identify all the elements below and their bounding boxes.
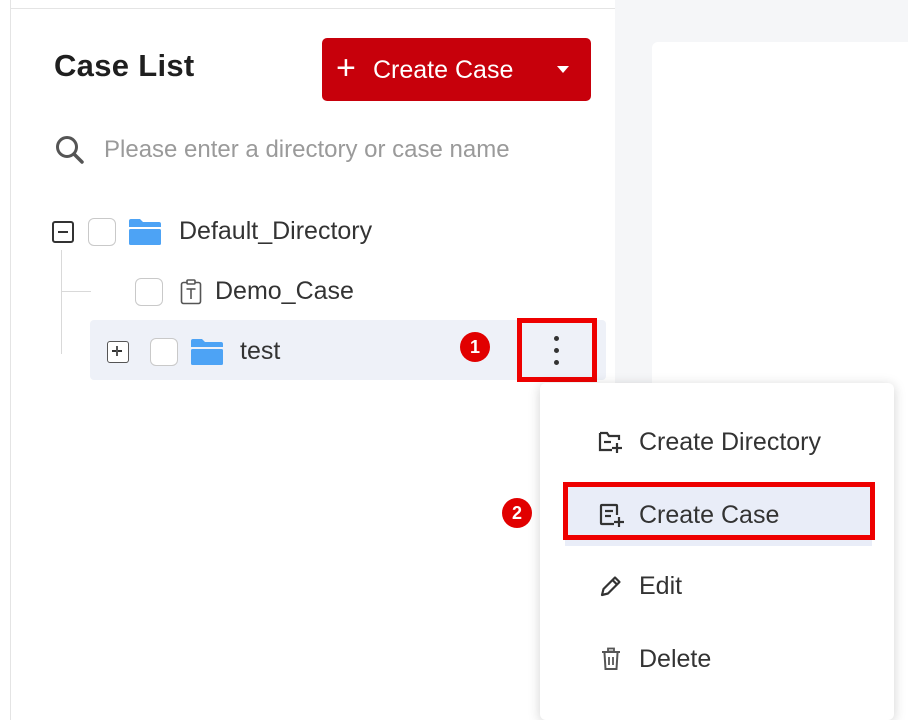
menu-item-label: Edit bbox=[639, 571, 683, 600]
tree-node-label: Demo_Case bbox=[215, 277, 354, 305]
context-menu: Create Directory Create Case Edit Delete bbox=[540, 383, 894, 720]
search-icon bbox=[56, 136, 84, 164]
tree-node-demo-case[interactable]: Demo_Case bbox=[135, 277, 354, 306]
create-directory-icon bbox=[597, 428, 625, 456]
plus-icon: + bbox=[336, 49, 356, 87]
menu-item-label: Create Directory bbox=[639, 427, 821, 456]
tree-node-test[interactable]: test bbox=[107, 337, 280, 366]
tree-node-label: test bbox=[240, 337, 281, 365]
checkbox[interactable] bbox=[150, 337, 178, 366]
create-case-button-label: Create Case bbox=[373, 56, 514, 84]
checkbox[interactable] bbox=[88, 217, 116, 246]
expand-icon[interactable] bbox=[107, 340, 129, 363]
test-case-icon bbox=[180, 278, 202, 304]
tree-node-default-directory[interactable]: Default_Directory bbox=[52, 217, 372, 246]
menu-item-create-case[interactable]: Create Case bbox=[565, 484, 872, 546]
more-vertical-icon bbox=[554, 348, 559, 353]
checkbox[interactable] bbox=[135, 277, 163, 306]
search-bar bbox=[54, 130, 554, 170]
collapse-icon[interactable] bbox=[52, 220, 74, 243]
menu-item-edit[interactable]: Edit bbox=[565, 555, 872, 617]
search-input[interactable] bbox=[104, 130, 544, 170]
more-vertical-icon bbox=[554, 360, 559, 365]
create-case-icon bbox=[597, 501, 625, 529]
menu-item-create-directory[interactable]: Create Directory bbox=[565, 411, 872, 473]
edit-icon bbox=[597, 572, 625, 600]
chevron-down-icon[interactable] bbox=[557, 66, 569, 73]
step-badge: 1 bbox=[460, 332, 490, 362]
create-case-button[interactable]: + Create Case bbox=[322, 38, 591, 101]
panel-top-border bbox=[10, 8, 615, 9]
panel-left-border bbox=[10, 0, 11, 720]
tree-connector bbox=[61, 291, 91, 292]
folder-icon bbox=[129, 218, 161, 245]
delete-icon bbox=[597, 645, 625, 673]
step-badge: 2 bbox=[502, 498, 532, 528]
folder-icon bbox=[191, 338, 223, 365]
menu-item-label: Delete bbox=[639, 644, 712, 673]
tree-node-label: Default_Directory bbox=[179, 217, 373, 245]
more-vertical-icon bbox=[554, 336, 559, 341]
more-actions-button[interactable] bbox=[517, 318, 597, 382]
tree-connector bbox=[61, 250, 62, 354]
menu-item-label: Create Case bbox=[639, 500, 780, 529]
menu-item-delete[interactable]: Delete bbox=[565, 628, 872, 690]
page-title: Case List bbox=[54, 48, 195, 83]
